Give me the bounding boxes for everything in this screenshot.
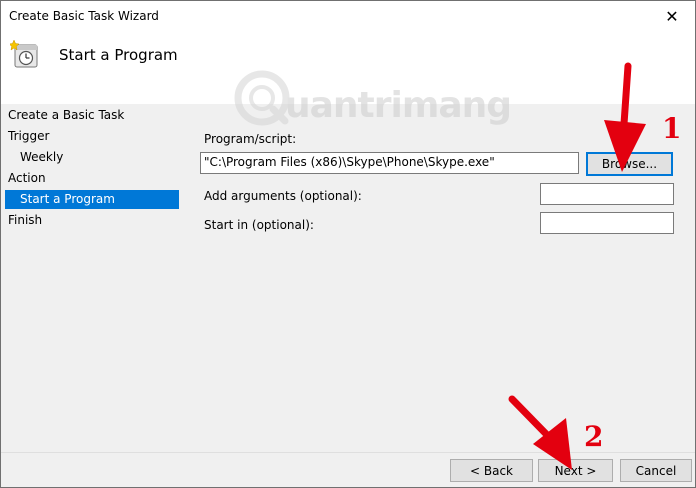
- start-in-label: Start in (optional):: [204, 218, 314, 232]
- page-title: Start a Program: [59, 46, 178, 64]
- cancel-button[interactable]: Cancel: [620, 459, 692, 482]
- sidebar-item-action: Action: [8, 171, 46, 185]
- next-button[interactable]: Next >: [538, 459, 613, 482]
- watermark: uantrimang: [233, 67, 512, 127]
- browse-button[interactable]: Browse...: [586, 152, 673, 176]
- program-script-label: Program/script:: [204, 132, 297, 146]
- sidebar-item-weekly: Weekly: [20, 150, 64, 164]
- window-title: Create Basic Task Wizard: [9, 9, 159, 23]
- watermark-text: uantrimang: [285, 85, 512, 126]
- close-icon[interactable]: ✕: [649, 1, 695, 32]
- add-arguments-input[interactable]: [540, 183, 674, 205]
- sidebar-item-start-a-program: Start a Program: [20, 192, 115, 206]
- annotation-marker-2: 2: [584, 420, 604, 453]
- sidebar-item-trigger: Trigger: [8, 129, 50, 143]
- wizard-window: Create Basic Task Wizard ✕ Start a Progr…: [0, 0, 696, 488]
- sidebar-item-finish: Finish: [8, 213, 43, 227]
- task-scheduler-clock-icon: [10, 39, 38, 68]
- back-button[interactable]: < Back: [450, 459, 533, 482]
- start-in-input[interactable]: [540, 212, 674, 234]
- add-arguments-label: Add arguments (optional):: [204, 189, 362, 203]
- title-bar: Create Basic Task Wizard ✕: [1, 1, 695, 32]
- sidebar-item-create-basic-task: Create a Basic Task: [8, 108, 125, 122]
- program-script-input[interactable]: "C:\Program Files (x86)\Skype\Phone\Skyp…: [200, 152, 579, 174]
- watermark-logo-icon: [234, 70, 290, 126]
- annotation-marker-1: 1: [662, 112, 682, 145]
